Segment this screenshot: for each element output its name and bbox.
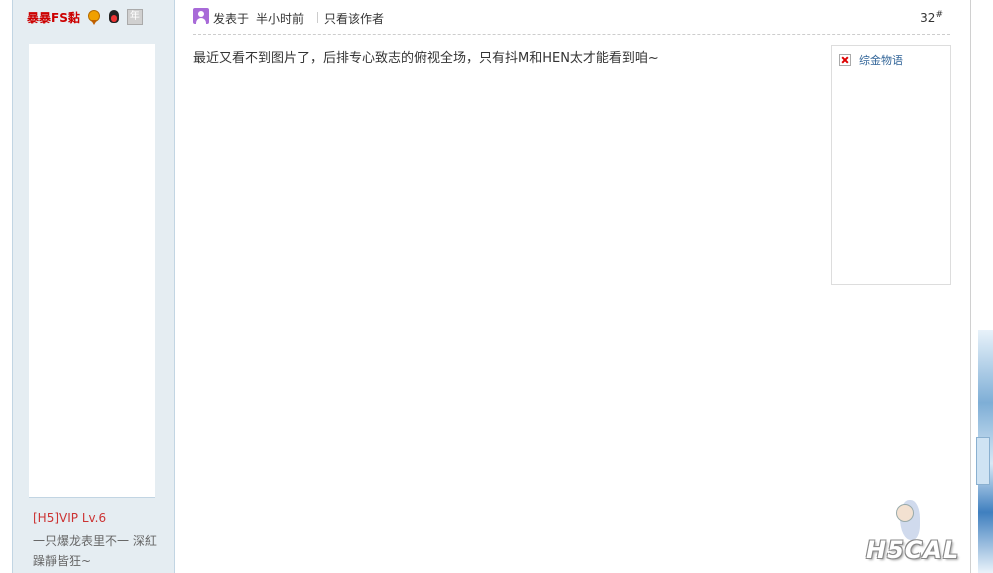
header-divider [193, 34, 950, 35]
floor-number-value: 32 [920, 11, 936, 25]
author-row: 暴暴FS黏 年 [27, 7, 143, 27]
award-medal-icon [85, 9, 101, 25]
user-signature: 一只爆龙表里不一 深紅躁靜皆狂~ [33, 534, 157, 568]
floor-sup: # [935, 10, 943, 20]
gray-badge-icon: 年 [126, 9, 143, 25]
only-author-link[interactable]: 只看该作者 [324, 10, 384, 27]
watermark-logo: H5CAL [864, 500, 968, 570]
broken-image-icon [839, 54, 851, 66]
user-online-icon [193, 8, 209, 24]
separator [317, 12, 318, 23]
ad-link[interactable]: 综金物语 [859, 52, 903, 68]
author-name[interactable]: 暴暴FS黏 [27, 9, 80, 26]
watermark-text: H5CAL [866, 536, 960, 564]
user-group-title: [H5]VIP Lv.6 [33, 511, 107, 525]
posted-label: 发表于 [213, 12, 250, 26]
penguin-icon [106, 9, 122, 25]
avatar[interactable] [29, 44, 155, 498]
side-float-tab[interactable] [976, 437, 990, 485]
floor-number[interactable]: 32# [920, 10, 943, 25]
content-border [970, 0, 971, 573]
post-header: 发表于 半小时前 只看该作者 32# [193, 7, 950, 28]
post-content: 最近又看不到图片了，后排专心致志的俯视全场，只有抖M和HEN太才能看到咱~ [193, 51, 659, 66]
post-time: 半小时前 [256, 12, 305, 26]
mascot-head [896, 504, 914, 522]
ad-box[interactable]: 综金物语 [831, 45, 951, 285]
author-sidebar: 暴暴FS黏 年 [H5]VIP Lv.6 一只爆龙表里不一 深紅躁靜皆狂~ [12, 0, 175, 573]
